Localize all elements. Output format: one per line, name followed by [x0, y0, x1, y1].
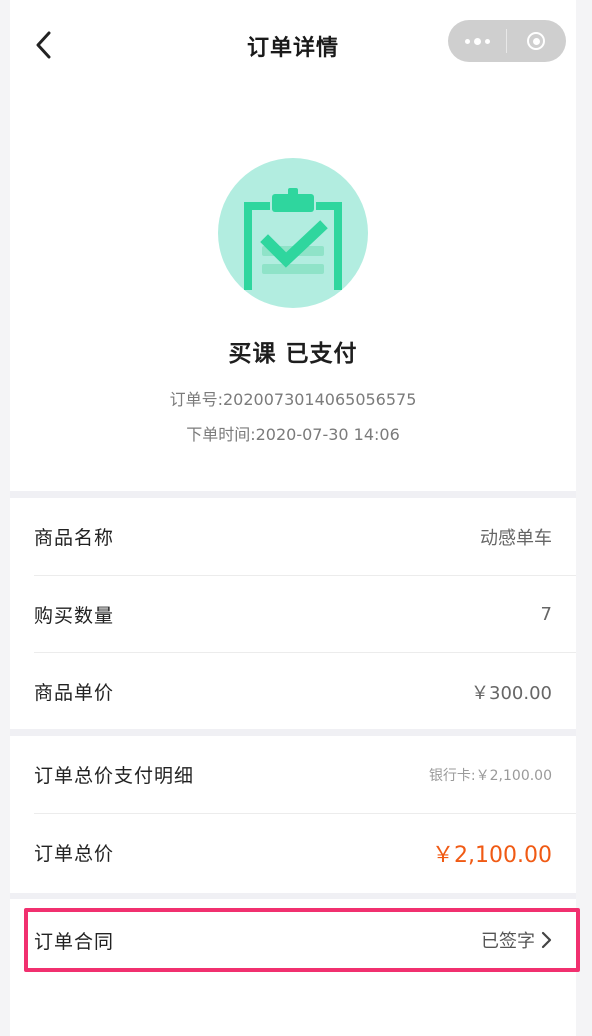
mini-program-capsule [448, 20, 566, 62]
quantity-row: 购买数量 7 [10, 576, 576, 653]
close-mini-program-button[interactable] [507, 20, 565, 62]
payment-detail-row: 订单总价支付明细 银行卡:￥2,100.00 [10, 736, 576, 813]
section-divider [10, 893, 576, 899]
more-menu-button[interactable] [448, 20, 506, 62]
order-number: 订单号:2020073014065056575 [169, 390, 417, 409]
order-total-value: ￥2,100.00 [432, 842, 552, 868]
order-contract-row[interactable]: 订单合同 已签字 [10, 904, 576, 976]
section-divider [10, 491, 576, 498]
clipboard-check-icon [218, 158, 368, 308]
target-circle-icon [527, 32, 545, 50]
row-label: 订单总价 [34, 843, 115, 865]
nav-bar: 订单详情 [10, 0, 576, 92]
row-label: 商品单价 [34, 682, 115, 704]
order-total-row: 订单总价 ￥2,100.00 [10, 814, 576, 891]
row-value: ￥300.00 [471, 682, 552, 704]
status-title: 买课 已支付 [228, 341, 358, 367]
product-name-row: 商品名称 动感单车 [10, 498, 576, 575]
chevron-right-icon [541, 931, 552, 949]
row-label: 购买数量 [34, 605, 115, 627]
row-label: 订单总价支付明细 [34, 765, 195, 787]
unit-price-row: 商品单价 ￥300.00 [10, 653, 576, 730]
contract-status-text: 已签字 [481, 931, 535, 952]
contract-status: 已签字 [481, 927, 552, 953]
payment-method-value: 银行卡:￥2,100.00 [428, 767, 552, 784]
row-value: 7 [540, 604, 552, 625]
order-time: 下单时间:2020-07-30 14:06 [186, 425, 400, 444]
row-label: 商品名称 [34, 527, 115, 549]
order-detail-page: 订单详情 买课 已支付 订单号:2020073014065056575 下单时间… [10, 0, 576, 1036]
row-label: 订单合同 [34, 930, 115, 953]
section-divider [10, 729, 576, 736]
row-value: 动感单车 [480, 527, 552, 549]
more-dots-icon [464, 37, 490, 45]
